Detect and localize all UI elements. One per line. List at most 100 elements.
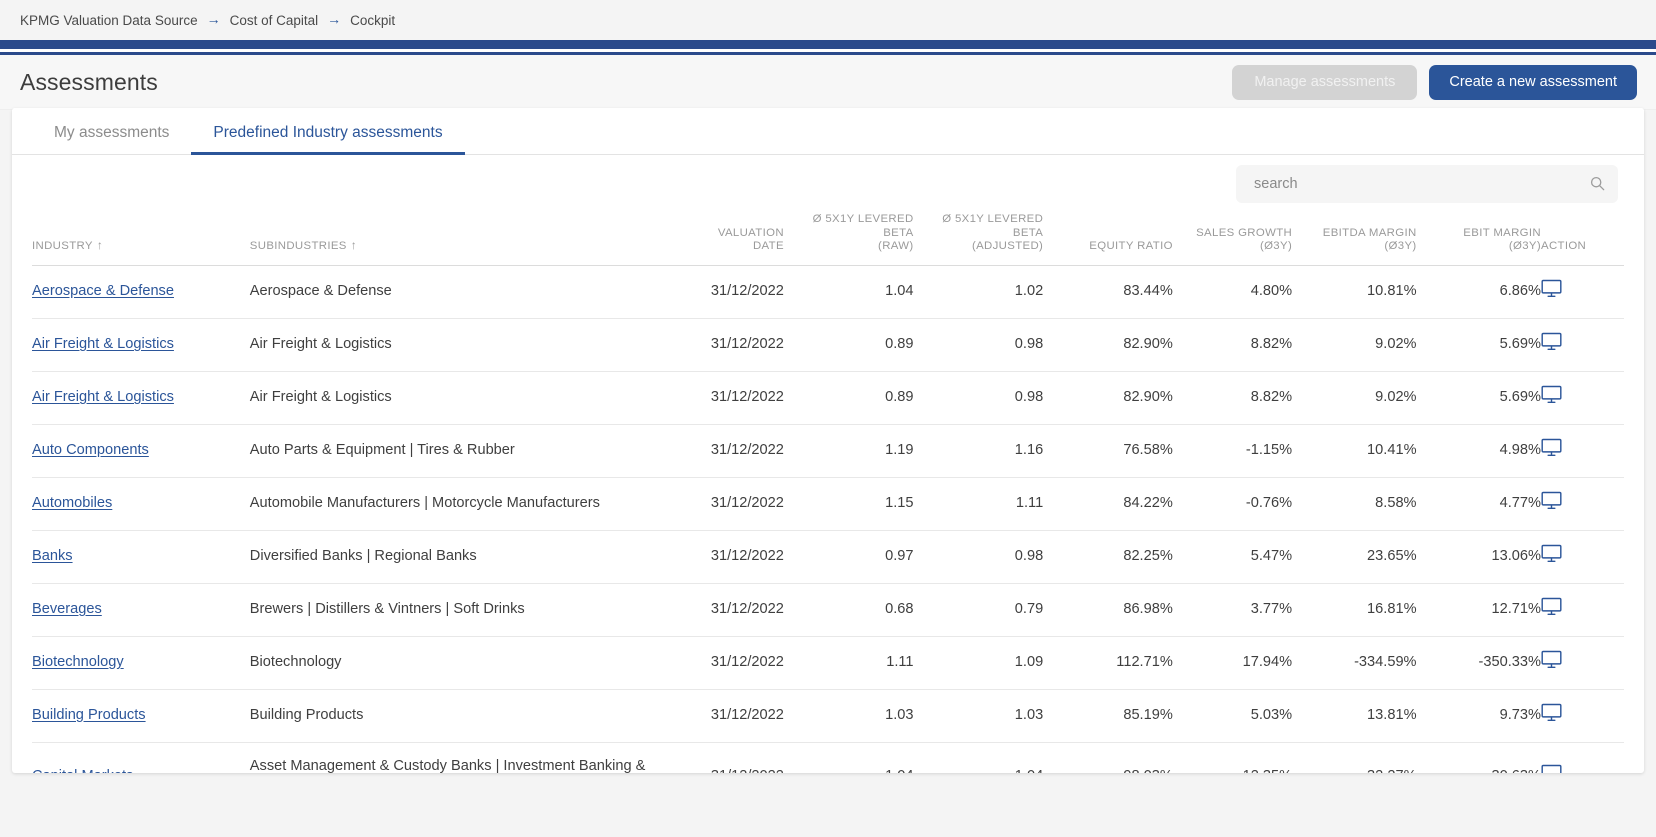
industry-link[interactable]: Air Freight & Logistics [32, 389, 174, 405]
column-header-ebit-margin[interactable]: EBIT MARGIN (Ø3Y) [1416, 213, 1541, 266]
page-header: Assessments Manage assessments Create a … [0, 55, 1656, 110]
column-header-industry[interactable]: INDUSTRY ↑ [32, 213, 250, 266]
cell-subindustries: Building Products [249, 689, 676, 743]
breadcrumb-item-2[interactable]: Cockpit [350, 13, 395, 28]
column-header-levered-beta-raw[interactable]: Ø 5X1Y LEVERED BETA (RAW) [783, 213, 914, 266]
column-header-ebit-margin-label2: (Ø3Y) [1508, 240, 1541, 252]
monitor-icon[interactable] [1541, 764, 1562, 773]
monitor-icon[interactable] [1541, 597, 1562, 616]
column-header-levered-beta-adjusted-label: Ø 5X1Y LEVERED BETA [942, 213, 1044, 239]
industry-link[interactable]: Air Freight & Logistics [32, 336, 174, 352]
industry-link[interactable]: Auto Components [32, 442, 149, 458]
cell-action [1541, 636, 1624, 690]
search-icon[interactable] [1590, 176, 1605, 191]
table-header-row: INDUSTRY ↑ SUBINDUSTRIES ↑ VALUATION DATE … [32, 213, 1624, 266]
table-head: INDUSTRY ↑ SUBINDUSTRIES ↑ VALUATION DATE … [32, 213, 1624, 266]
cell-subindustries: Automobile Manufacturers | Motorcycle Ma… [249, 477, 676, 531]
cell-equity-ratio: 83.44% [1043, 265, 1173, 319]
column-header-valuation-date[interactable]: VALUATION DATE [675, 213, 784, 266]
cell-ebitda-margin: -334.59% [1292, 636, 1417, 690]
cell-levered-beta-adjusted: 0.98 [913, 371, 1044, 425]
cell-ebitda-margin: 23.65% [1292, 530, 1417, 584]
column-header-ebit-margin-label: EBIT MARGIN [1463, 226, 1541, 239]
breadcrumb-item-0[interactable]: KPMG Valuation Data Source [20, 13, 198, 28]
industry-link[interactable]: Building Products [32, 707, 146, 723]
industry-link[interactable]: Banks [32, 548, 73, 564]
cell-levered-beta-raw: 1.11 [783, 636, 914, 690]
cell-levered-beta-adjusted: 1.16 [913, 424, 1044, 478]
tab-bar: My assessments Predefined Industry asses… [12, 108, 1644, 155]
app-root: KPMG Valuation Data Source → Cost of Cap… [0, 0, 1656, 837]
cell-sales-growth: -0.76% [1172, 477, 1293, 531]
monitor-icon[interactable] [1541, 491, 1562, 510]
cell-ebit-margin: 9.73% [1416, 689, 1541, 743]
cell-sales-growth: 5.47% [1172, 530, 1293, 584]
brand-bars [0, 40, 1656, 55]
cell-subindustries: Air Freight & Logistics [249, 371, 676, 425]
search-row [12, 155, 1644, 213]
cell-levered-beta-raw: 0.89 [783, 318, 914, 372]
cell-sales-growth: 12.35% [1172, 742, 1293, 773]
column-header-ebitda-margin[interactable]: EBITDA MARGIN (Ø3Y) [1292, 213, 1417, 266]
column-header-valuation-date-label: VALUATION [717, 226, 784, 239]
cell-levered-beta-raw: 1.04 [783, 265, 914, 319]
monitor-icon[interactable] [1541, 438, 1562, 457]
monitor-icon[interactable] [1541, 650, 1562, 669]
cell-subindustries: Air Freight & Logistics [249, 318, 676, 372]
create-new-assessment-button[interactable]: Create a new assessment [1429, 64, 1637, 100]
sort-ascending-icon[interactable]: ↑ [351, 238, 357, 252]
assessments-table: INDUSTRY ↑ SUBINDUSTRIES ↑ VALUATION DATE … [32, 213, 1624, 773]
tab-predefined-industry-assessments[interactable]: Predefined Industry assessments [191, 124, 465, 155]
sort-ascending-icon[interactable]: ↑ [97, 238, 103, 252]
monitor-icon[interactable] [1541, 703, 1562, 722]
cell-valuation-date: 31/12/2022 [675, 371, 784, 425]
cell-subindustries: Aerospace & Defense [249, 265, 676, 319]
cell-action [1541, 477, 1624, 531]
monitor-icon[interactable] [1541, 544, 1562, 563]
monitor-icon[interactable] [1541, 332, 1562, 351]
tab-my-assessments[interactable]: My assessments [32, 124, 191, 154]
cell-levered-beta-raw: 1.15 [783, 477, 914, 531]
industry-link[interactable]: Capital Markets [32, 768, 133, 773]
cell-equity-ratio: 98.03% [1043, 742, 1173, 773]
monitor-icon[interactable] [1541, 385, 1562, 404]
column-header-levered-beta-raw-label: Ø 5X1Y LEVERED BETA [812, 213, 914, 239]
search-input[interactable] [1236, 165, 1618, 203]
cell-ebit-margin: -350.33% [1416, 636, 1541, 690]
industry-link[interactable]: Aerospace & Defense [32, 283, 174, 299]
cell-sales-growth: 4.80% [1172, 265, 1293, 319]
cell-equity-ratio: 85.19% [1043, 689, 1173, 743]
column-header-levered-beta-adjusted[interactable]: Ø 5X1Y LEVERED BETA (ADJUSTED) [913, 213, 1044, 266]
cell-action [1541, 530, 1624, 584]
manage-assessments-button[interactable]: Manage assessments [1232, 64, 1418, 100]
cell-equity-ratio: 86.98% [1043, 583, 1173, 637]
header-actions: Manage assessments Create a new assessme… [1232, 64, 1637, 100]
breadcrumb: KPMG Valuation Data Source → Cost of Cap… [0, 0, 1656, 40]
cell-levered-beta-adjusted: 1.11 [913, 477, 1044, 531]
industry-link[interactable]: Beverages [32, 601, 102, 617]
search-box[interactable] [1236, 165, 1618, 203]
cell-industry: Air Freight & Logistics [32, 371, 250, 425]
monitor-icon[interactable] [1541, 279, 1562, 298]
column-header-subindustries[interactable]: SUBINDUSTRIES ↑ [249, 213, 676, 266]
column-header-sales-growth[interactable]: SALES GROWTH (Ø3Y) [1172, 213, 1293, 266]
cell-ebit-margin: 13.06% [1416, 530, 1541, 584]
cell-action [1541, 318, 1624, 372]
column-header-ebitda-margin-label: EBITDA MARGIN [1322, 226, 1417, 239]
column-header-sales-growth-label2: (Ø3Y) [1259, 240, 1293, 252]
cell-valuation-date: 31/12/2022 [675, 583, 784, 637]
table-row: Auto Components Auto Parts & Equipment | … [32, 424, 1624, 478]
table-row: Beverages Brewers | Distillers & Vintners… [32, 583, 1624, 637]
cell-ebitda-margin: 9.02% [1292, 318, 1417, 372]
cell-industry: Auto Components [32, 424, 250, 478]
table-row: Biotechnology Biotechnology 31/12/2022 1.11… [32, 636, 1624, 690]
industry-link[interactable]: Biotechnology [32, 654, 124, 670]
industry-link[interactable]: Automobiles [32, 495, 112, 511]
cell-industry: Automobiles [32, 477, 250, 531]
cell-ebitda-margin: 10.41% [1292, 424, 1417, 478]
table-row: Aerospace & Defense Aerospace & Defense 31… [32, 265, 1624, 319]
cell-levered-beta-raw: 1.04 [783, 742, 914, 773]
breadcrumb-item-1[interactable]: Cost of Capital [230, 13, 319, 28]
cell-ebitda-margin: 9.02% [1292, 371, 1417, 425]
column-header-equity-ratio[interactable]: EQUITY RATIO [1043, 213, 1173, 266]
